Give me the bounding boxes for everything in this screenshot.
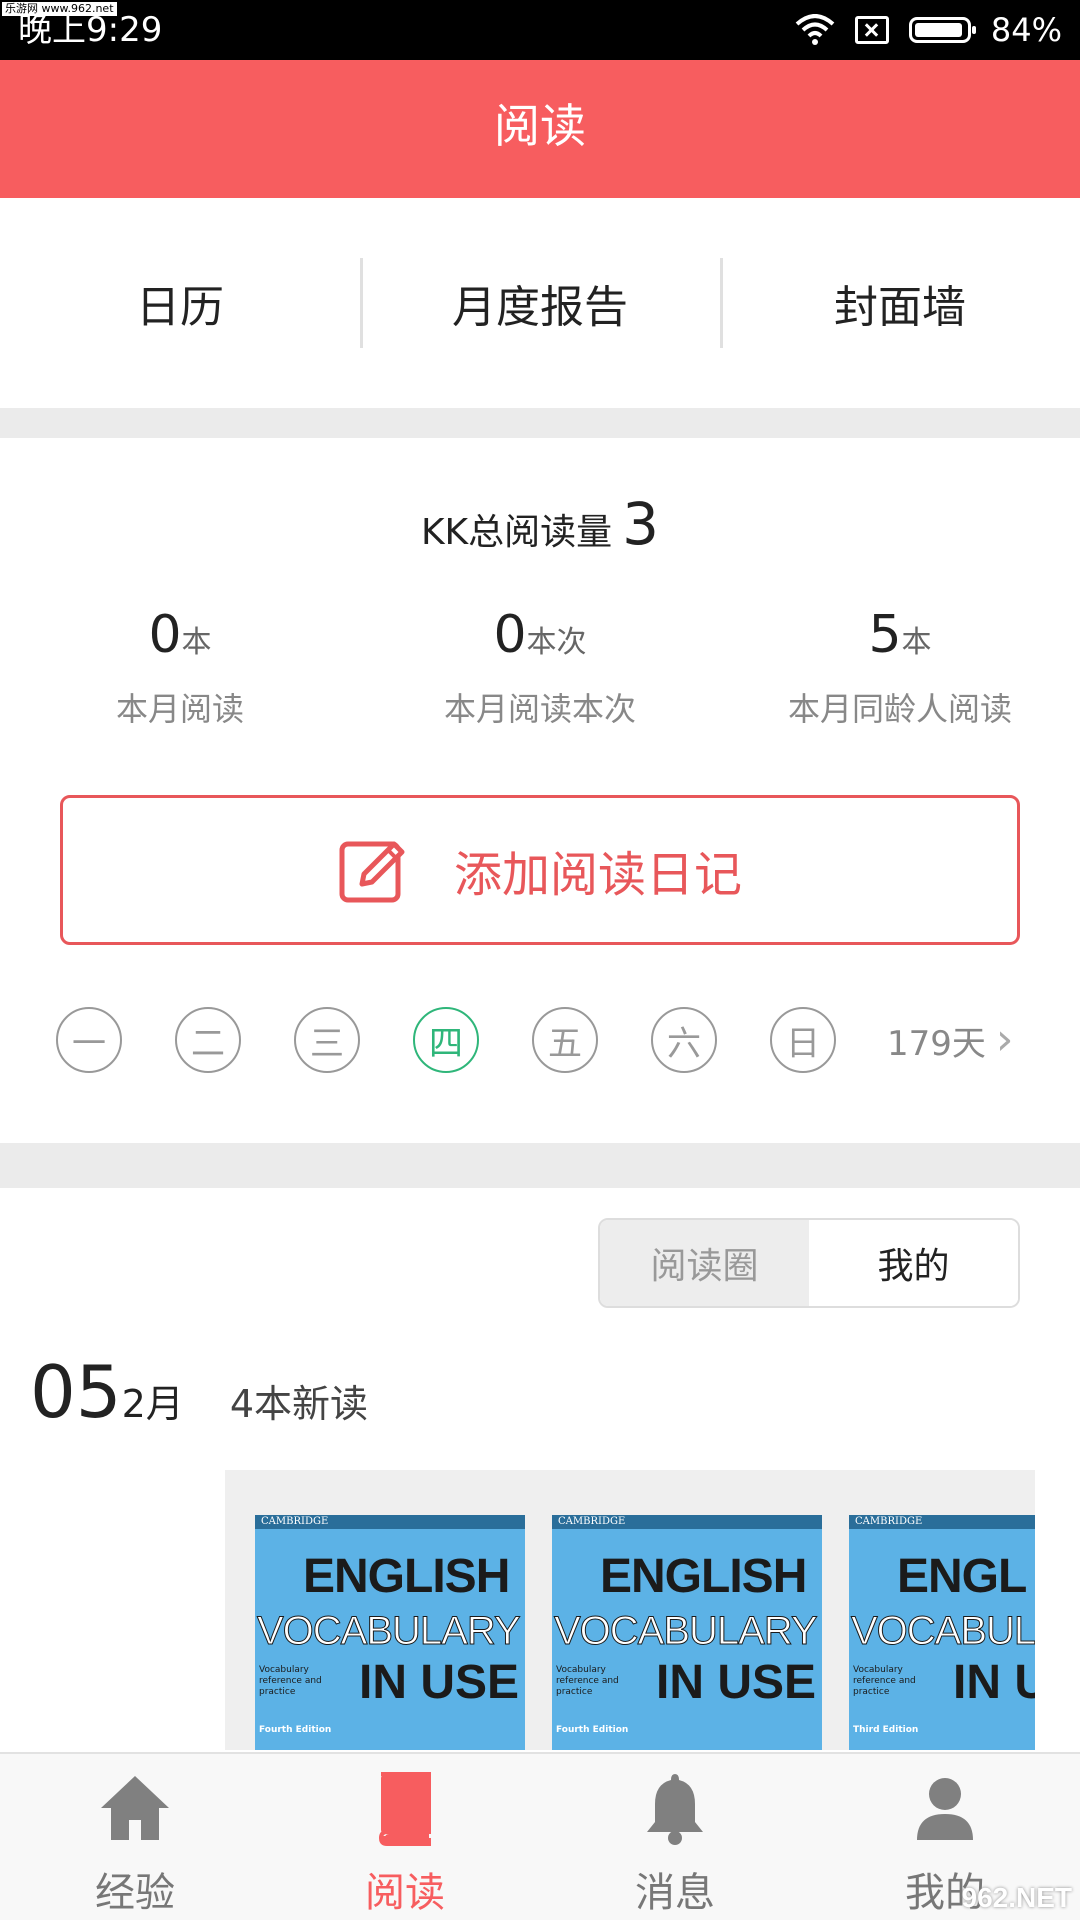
home-icon <box>101 1776 169 1840</box>
book-cover[interactable]: CAMBRIDGE ENGL VOCABUL IN U Vocabulary r… <box>849 1515 1035 1750</box>
book-title-line2: VOCABULARY <box>554 1609 819 1654</box>
book-icon <box>378 1772 431 1846</box>
day-tue[interactable]: 二 <box>175 1007 241 1073</box>
book-title-line3: IN USE <box>359 1656 520 1709</box>
tab-cover-wall[interactable]: 封面墙 <box>720 198 1080 408</box>
section-divider <box>0 1143 1080 1188</box>
book-title-line3: IN USE <box>656 1656 817 1709</box>
total-reading: KK总阅读量 3 <box>0 490 1080 558</box>
stat-month-sessions[interactable]: 0本次 本月阅读本次 <box>360 600 720 730</box>
book-edition: Fourth Edition <box>259 1725 332 1735</box>
week-days: 一 二 三 四 五 六 日 179天 › <box>56 1005 1036 1075</box>
segment-tabs: 日历 月度报告 封面墙 <box>0 198 1080 408</box>
book-cover[interactable]: CAMBRIDGE ENGLISH VOCABULARY IN USE Voca… <box>255 1515 525 1750</box>
feed-month: 2月 <box>121 1382 184 1426</box>
total-reading-value: 3 <box>622 490 660 558</box>
bottom-nav: 经验 阅读 消息 我的 <box>0 1752 1080 1920</box>
status-icons: 84% <box>795 10 1062 50</box>
book-list: CAMBRIDGE ENGLISH VOCABULARY IN USE Voca… <box>225 1470 1035 1750</box>
book-edition: Third Edition <box>853 1725 919 1735</box>
book-edition: Fourth Edition <box>556 1725 629 1735</box>
book-title-line1: ENGL <box>897 1550 1027 1603</box>
feed-date-row: 05 2月 4本新读 <box>30 1350 368 1434</box>
stat-peer-read[interactable]: 5本 本月同龄人阅读 <box>720 600 1080 730</box>
stat-number: 0 <box>493 605 527 665</box>
section-divider <box>0 408 1080 438</box>
toggle-mine[interactable]: 我的 <box>809 1220 1018 1306</box>
status-bar: 乐游网 www.962.net 晚上9:29 84% <box>0 0 1080 60</box>
book-title-line1: ENGLISH <box>303 1550 510 1603</box>
feed-new-count: 4本新读 <box>229 1382 368 1426</box>
day-mon[interactable]: 一 <box>56 1007 122 1073</box>
book-title-line1: ENGLISH <box>600 1550 807 1603</box>
stat-label: 本月阅读本次 <box>443 690 636 728</box>
day-sat[interactable]: 六 <box>651 1007 717 1073</box>
app-header: 阅读 <box>0 60 1080 198</box>
bell-icon <box>647 1774 703 1845</box>
day-sun[interactable]: 日 <box>770 1007 836 1073</box>
feed-toggle: 阅读圈 我的 <box>598 1218 1020 1308</box>
battery-icon <box>908 17 976 43</box>
book-subtitle: Vocabulary reference and practice <box>556 1665 619 1697</box>
user-icon <box>917 1778 973 1840</box>
total-reading-label: KK总阅读量 <box>420 512 613 553</box>
battery-percent: 84% <box>990 11 1062 49</box>
chevron-right-icon: › <box>995 1014 1014 1065</box>
toggle-reading-circle[interactable]: 阅读圈 <box>600 1220 809 1306</box>
streak-link[interactable]: 179天 › <box>887 1016 1014 1065</box>
stat-label: 本月同龄人阅读 <box>787 690 1012 728</box>
book-title-line2: VOCABUL <box>851 1609 1036 1654</box>
streak-days: 179天 <box>887 1023 986 1064</box>
day-fri[interactable]: 五 <box>532 1007 598 1073</box>
stat-label: 本月阅读 <box>115 690 244 728</box>
book-publisher: CAMBRIDGE <box>552 1515 822 1529</box>
book-publisher: CAMBRIDGE <box>849 1515 1035 1529</box>
wifi-icon <box>795 14 835 45</box>
stat-month-read[interactable]: 0本 本月阅读 <box>0 600 360 730</box>
tab-monthly-report[interactable]: 月度报告 <box>360 198 720 408</box>
book-subtitle: Vocabulary reference and practice <box>853 1665 916 1697</box>
site-watermark: 962.NET <box>961 1882 1073 1913</box>
feed-day: 05 <box>30 1350 122 1434</box>
day-wed[interactable]: 三 <box>294 1007 360 1073</box>
book-cover[interactable]: CAMBRIDGE ENGLISH VOCABULARY IN USE Voca… <box>552 1515 822 1750</box>
nav-label: 消息 <box>635 1870 715 1916</box>
tab-calendar[interactable]: 日历 <box>0 198 360 408</box>
stat-number: 0 <box>148 605 182 665</box>
add-reading-diary-label: 添加阅读日记 <box>453 847 742 903</box>
nav-reading[interactable]: 阅读 <box>270 1754 540 1920</box>
page-title: 阅读 <box>494 99 586 153</box>
book-publisher: CAMBRIDGE <box>255 1515 525 1529</box>
nav-label: 经验 <box>95 1870 175 1916</box>
stat-unit: 本次 <box>526 625 587 660</box>
book-title-line2: VOCABULARY <box>257 1609 522 1654</box>
book-subtitle: Vocabulary reference and practice <box>259 1665 322 1697</box>
stat-number: 5 <box>868 605 902 665</box>
stat-unit: 本 <box>901 625 932 660</box>
no-sim-icon <box>854 16 889 44</box>
add-reading-diary-button[interactable]: 添加阅读日记 <box>60 795 1020 945</box>
nav-experience[interactable]: 经验 <box>0 1754 270 1920</box>
stats-row: 0本 本月阅读 0本次 本月阅读本次 5本 本月同龄人阅读 <box>0 600 1080 730</box>
stat-unit: 本 <box>181 625 212 660</box>
nav-label: 阅读 <box>365 1870 445 1916</box>
status-time: 晚上9:29 <box>18 10 163 50</box>
edit-icon <box>339 841 405 903</box>
nav-messages[interactable]: 消息 <box>540 1754 810 1920</box>
day-thu[interactable]: 四 <box>413 1007 479 1073</box>
book-title-line3: IN U <box>953 1656 1035 1709</box>
